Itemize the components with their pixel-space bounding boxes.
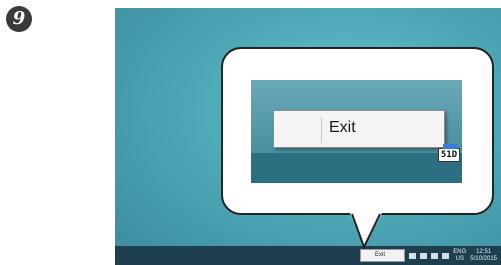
volume-icon[interactable] (442, 252, 450, 259)
app-tray-icon[interactable]: 51D (438, 144, 460, 162)
language-indicator[interactable]: ENG US (453, 249, 466, 263)
system-tray: ENG US 12:51 5/10/2015 (409, 246, 501, 265)
clock-time: 12:51 (476, 248, 492, 255)
taskbar-exit-menu-item[interactable]: Exit (375, 252, 385, 258)
menu-separator (321, 117, 322, 143)
step-number-badge: 9 (6, 6, 32, 32)
taskbar-context-menu[interactable]: Exit (360, 249, 405, 262)
taskbar: Exit ENG US 12:51 5/10/2015 (115, 246, 501, 265)
zoomed-taskbar (251, 153, 462, 183)
callout-pointer (350, 213, 382, 249)
flag-icon[interactable] (420, 252, 428, 259)
clock[interactable]: 12:51 5/10/2015 (470, 249, 497, 263)
zoomed-context-menu[interactable]: Exit (273, 110, 445, 148)
zoomed-taskbar-view: Exit 51D (251, 80, 462, 183)
language-label: ENG (453, 248, 467, 255)
network-icon[interactable] (431, 252, 439, 259)
clock-date: 5/10/2015 (470, 255, 497, 262)
region-label: US (455, 255, 464, 262)
tray-app-icon[interactable] (409, 252, 417, 259)
exit-menu-item[interactable]: Exit (329, 119, 356, 137)
